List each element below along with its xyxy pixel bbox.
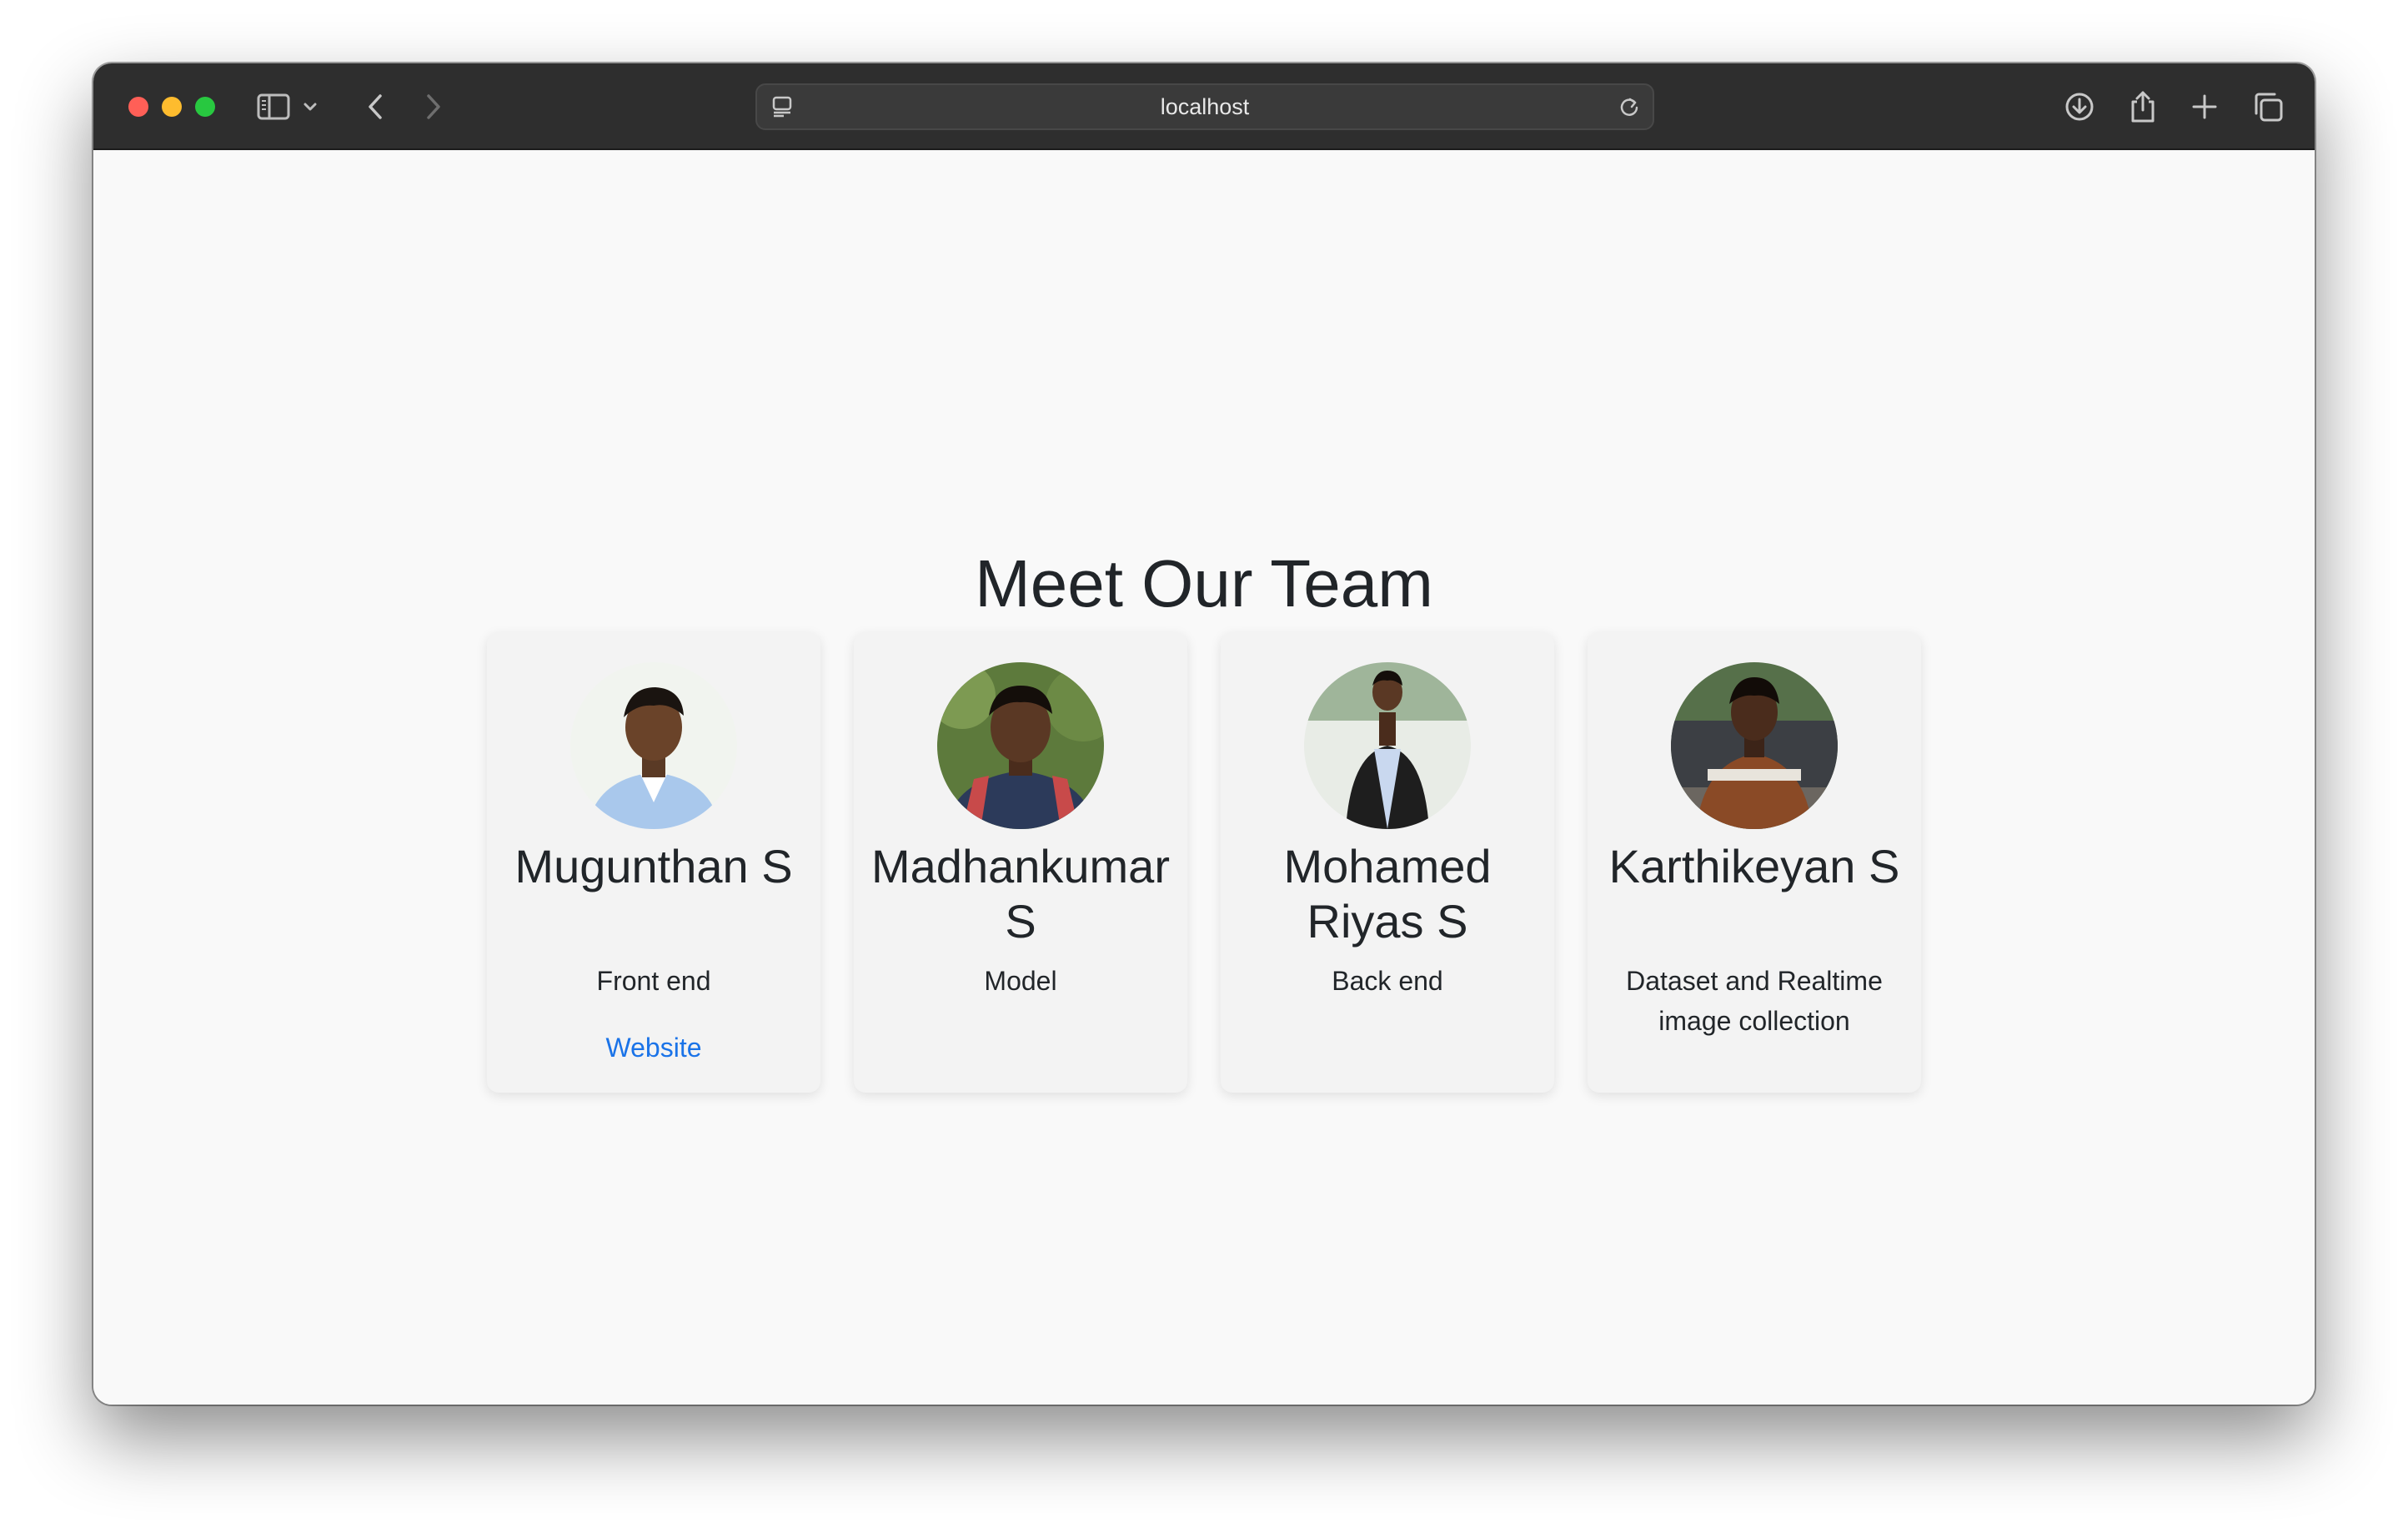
tabs-overview-icon[interactable] — [2248, 87, 2288, 127]
team-member-card: Madhankumar S Model — [854, 632, 1187, 1093]
website-link[interactable]: Website — [487, 1028, 820, 1068]
share-icon[interactable] — [2123, 87, 2163, 127]
minimize-icon[interactable] — [162, 97, 182, 117]
sidebar-icon[interactable] — [253, 87, 293, 127]
browser-toolbar: localhost — [93, 63, 2315, 150]
team-member-card: Mugunthan S Front end Website — [487, 632, 820, 1093]
member-name: Mohamed Riyas S — [1283, 840, 1492, 947]
address-bar[interactable]: localhost — [755, 83, 1654, 130]
member-name: Karthikeyan S — [1608, 840, 1900, 892]
member-role: Model — [984, 966, 1057, 996]
chevron-down-icon[interactable] — [298, 87, 322, 127]
reload-icon[interactable] — [1609, 87, 1649, 127]
member-name: Mugunthan S — [514, 840, 793, 892]
page-content: Meet Our Team Mugunthan S Front end Webs… — [93, 150, 2315, 1405]
team-member-card: Mohamed Riyas S Back end — [1221, 632, 1554, 1093]
download-icon[interactable] — [2059, 87, 2099, 127]
avatar — [1671, 662, 1838, 829]
avatar — [937, 662, 1104, 829]
member-role: Back end — [1332, 966, 1443, 996]
avatar — [570, 662, 737, 829]
browser-window: localhost Meet Our Team Mugunthan S Fron… — [93, 63, 2315, 1405]
close-icon[interactable] — [128, 97, 148, 117]
zoom-icon[interactable] — [195, 97, 215, 117]
team-member-card: Karthikeyan S Dataset and Realtime image… — [1588, 632, 1921, 1093]
member-role: Dataset and Realtime image collection — [1626, 966, 1883, 1036]
new-tab-icon[interactable] — [2185, 87, 2225, 127]
url-text[interactable]: localhost — [757, 85, 1653, 128]
page-title: Meet Our Team — [975, 546, 1433, 621]
back-icon[interactable] — [355, 87, 395, 127]
member-name: Madhankumar S — [871, 840, 1170, 947]
member-role: Front end — [596, 966, 711, 996]
forward-icon[interactable] — [414, 87, 454, 127]
avatar — [1304, 662, 1471, 829]
